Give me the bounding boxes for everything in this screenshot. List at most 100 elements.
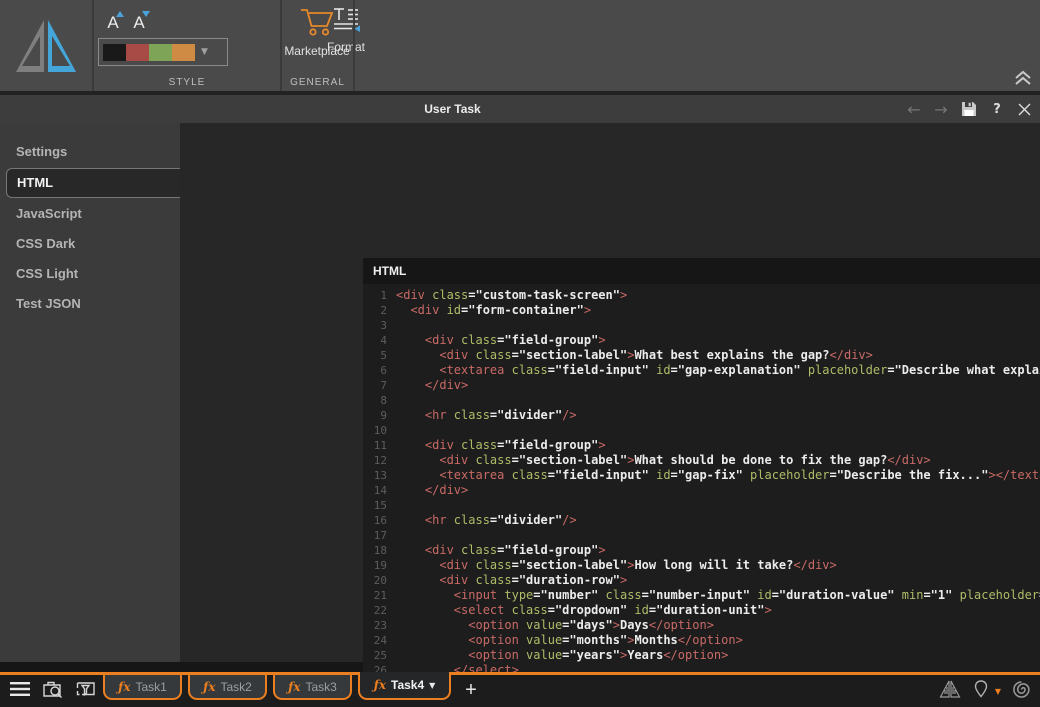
marketplace-cart-icon bbox=[298, 6, 336, 38]
task-tab-label: Task1 bbox=[135, 680, 166, 694]
forward-button[interactable]: → bbox=[930, 95, 952, 123]
ribbon: A A ▼ bbox=[0, 0, 1040, 91]
code-line[interactable]: 20 <div class="duration-row"> bbox=[363, 573, 1040, 588]
fx-icon: ƒx bbox=[203, 680, 215, 694]
fx-icon: ƒx bbox=[374, 678, 386, 692]
code-line[interactable]: 6 <textarea class="field-input" id="gap-… bbox=[363, 363, 1040, 378]
font-decrease-button[interactable]: A bbox=[126, 10, 152, 36]
sidebar-list: SettingsHTMLJavaScriptCSS DarkCSS LightT… bbox=[0, 137, 180, 319]
pin-icon bbox=[971, 679, 991, 699]
code-line[interactable]: 23 <option value="days">Days</option> bbox=[363, 618, 1040, 633]
line-number: 24 bbox=[363, 633, 396, 648]
code-line[interactable]: 21 <input type="number" class="number-in… bbox=[363, 588, 1040, 603]
task-tab-task4[interactable]: ƒxTask4▼ bbox=[358, 672, 451, 700]
line-number: 7 bbox=[363, 378, 396, 393]
task-tab-task3[interactable]: ƒxTask3 bbox=[273, 675, 352, 700]
line-number: 3 bbox=[363, 318, 396, 333]
line-number: 5 bbox=[363, 348, 396, 363]
code-line[interactable]: 4 <div class="field-group"> bbox=[363, 333, 1040, 348]
line-number: 9 bbox=[363, 408, 396, 423]
logo-outline-icon bbox=[939, 679, 961, 699]
code-line[interactable]: 14 </div> bbox=[363, 483, 1040, 498]
collapse-ribbon-button[interactable] bbox=[1012, 68, 1034, 88]
task-tabs: ƒxTask1ƒxTask2ƒxTask3ƒxTask4▼ bbox=[103, 672, 451, 700]
code-line[interactable]: 12 <div class="section-label">What shoul… bbox=[363, 453, 1040, 468]
chevrons-up-icon bbox=[1012, 68, 1034, 88]
dialog-titlebar: User Task ← → ? bbox=[0, 95, 1040, 123]
sidebar-item-settings[interactable]: Settings bbox=[0, 137, 180, 167]
code-line[interactable]: 9 <hr class="divider"/> bbox=[363, 408, 1040, 423]
decrease-arrow-icon bbox=[142, 11, 150, 17]
code-line[interactable]: 17 bbox=[363, 528, 1040, 543]
taskbar-left-icons bbox=[10, 675, 99, 707]
code-line[interactable]: 13 <textarea class="field-input" id="gap… bbox=[363, 468, 1040, 483]
code-editor-area[interactable]: 1<div class="custom-task-screen">2 <div … bbox=[363, 284, 1040, 707]
code-line[interactable]: 24 <option value="months">Months</option… bbox=[363, 633, 1040, 648]
task-tab-task2[interactable]: ƒx Task2 bbox=[188, 675, 267, 700]
menu-button[interactable] bbox=[10, 681, 30, 702]
code-line[interactable]: 19 <div class="section-label">How long w… bbox=[363, 558, 1040, 573]
increase-arrow-icon bbox=[116, 11, 124, 17]
code-line[interactable]: 8 bbox=[363, 393, 1040, 408]
tab-dropdown-icon[interactable]: ▼ bbox=[429, 681, 435, 690]
ribbon-group-style: A A ▼ bbox=[94, 0, 282, 91]
spiral-button[interactable] bbox=[1011, 679, 1032, 704]
task-tab-label: Task3 bbox=[305, 680, 336, 694]
add-task-button[interactable]: + bbox=[458, 675, 484, 705]
line-number: 1 bbox=[363, 288, 396, 303]
pin-button[interactable] bbox=[971, 679, 991, 704]
sidebar-item-test-json[interactable]: Test JSON bbox=[0, 289, 180, 319]
code-line[interactable]: 5 <div class="section-label">What best e… bbox=[363, 348, 1040, 363]
line-number: 16 bbox=[363, 513, 396, 528]
sidebar-item-css-dark[interactable]: CSS Dark bbox=[0, 229, 180, 259]
search-files-button[interactable] bbox=[42, 679, 64, 704]
back-button[interactable]: ← bbox=[903, 95, 925, 123]
line-number: 4 bbox=[363, 333, 396, 348]
line-number: 20 bbox=[363, 573, 396, 588]
code-line[interactable]: 25 <option value="years">Years</option> bbox=[363, 648, 1040, 663]
save-button[interactable] bbox=[958, 95, 980, 123]
filter-view-button[interactable] bbox=[76, 679, 99, 703]
dialog-content: HTML 1<div class="custom-task-screen">2 … bbox=[180, 123, 1040, 662]
code-line[interactable]: 2 <div id="form-container"> bbox=[363, 303, 1040, 318]
editor-header-label: HTML bbox=[373, 264, 406, 278]
color-palette-picker[interactable]: ▼ bbox=[98, 38, 228, 66]
line-number: 12 bbox=[363, 453, 396, 468]
app-window: A A ▼ bbox=[0, 0, 1040, 707]
code-line[interactable]: 11 <div class="field-group"> bbox=[363, 438, 1040, 453]
code-editor-panel: HTML 1<div class="custom-task-screen">2 … bbox=[363, 258, 1040, 707]
code-line[interactable]: 16 <hr class="divider"/> bbox=[363, 513, 1040, 528]
line-number: 25 bbox=[363, 648, 396, 663]
close-button[interactable] bbox=[1012, 95, 1036, 123]
code-line[interactable]: 22 <select class="dropdown" id="duration… bbox=[363, 603, 1040, 618]
taskbar: ƒxTask1ƒxTask2ƒxTask3ƒxTask4▼ + ▼ bbox=[0, 672, 1040, 707]
sidebar-item-css-light[interactable]: CSS Light bbox=[0, 259, 180, 289]
pin-dropdown-icon[interactable]: ▼ bbox=[995, 687, 1001, 696]
help-button[interactable]: ? bbox=[986, 95, 1008, 123]
sidebar-item-javascript[interactable]: JavaScript bbox=[0, 199, 180, 229]
line-number: 10 bbox=[363, 423, 396, 438]
code-line[interactable]: 7 </div> bbox=[363, 378, 1040, 393]
code-line[interactable]: 10 bbox=[363, 423, 1040, 438]
font-increase-button[interactable]: A bbox=[100, 10, 126, 36]
line-number: 18 bbox=[363, 543, 396, 558]
line-number: 8 bbox=[363, 393, 396, 408]
logo-view-button[interactable] bbox=[939, 679, 961, 704]
marketplace-button[interactable]: Marketplace bbox=[284, 6, 350, 58]
task-tab-task1[interactable]: ƒxTask1 bbox=[103, 675, 182, 700]
general-group-label: GENERAL bbox=[282, 77, 353, 88]
code-line[interactable]: 18 <div class="field-group"> bbox=[363, 543, 1040, 558]
dialog-title: User Task bbox=[0, 95, 905, 123]
code-line[interactable]: 1<div class="custom-task-screen"> bbox=[363, 288, 1040, 303]
app-logo-cell[interactable] bbox=[0, 0, 94, 91]
code-line[interactable]: 3 bbox=[363, 318, 1040, 333]
palette-swatch-black bbox=[103, 44, 126, 61]
palette-dropdown-icon[interactable]: ▼ bbox=[201, 47, 208, 57]
palette-swatch-green bbox=[149, 44, 172, 61]
task-tab-label: Task2 bbox=[220, 680, 251, 694]
code-line[interactable]: 15 bbox=[363, 498, 1040, 513]
line-number: 23 bbox=[363, 618, 396, 633]
sidebar-item-html[interactable]: HTML bbox=[6, 168, 180, 198]
palette-swatch-red bbox=[126, 44, 149, 61]
hamburger-icon bbox=[10, 681, 30, 697]
